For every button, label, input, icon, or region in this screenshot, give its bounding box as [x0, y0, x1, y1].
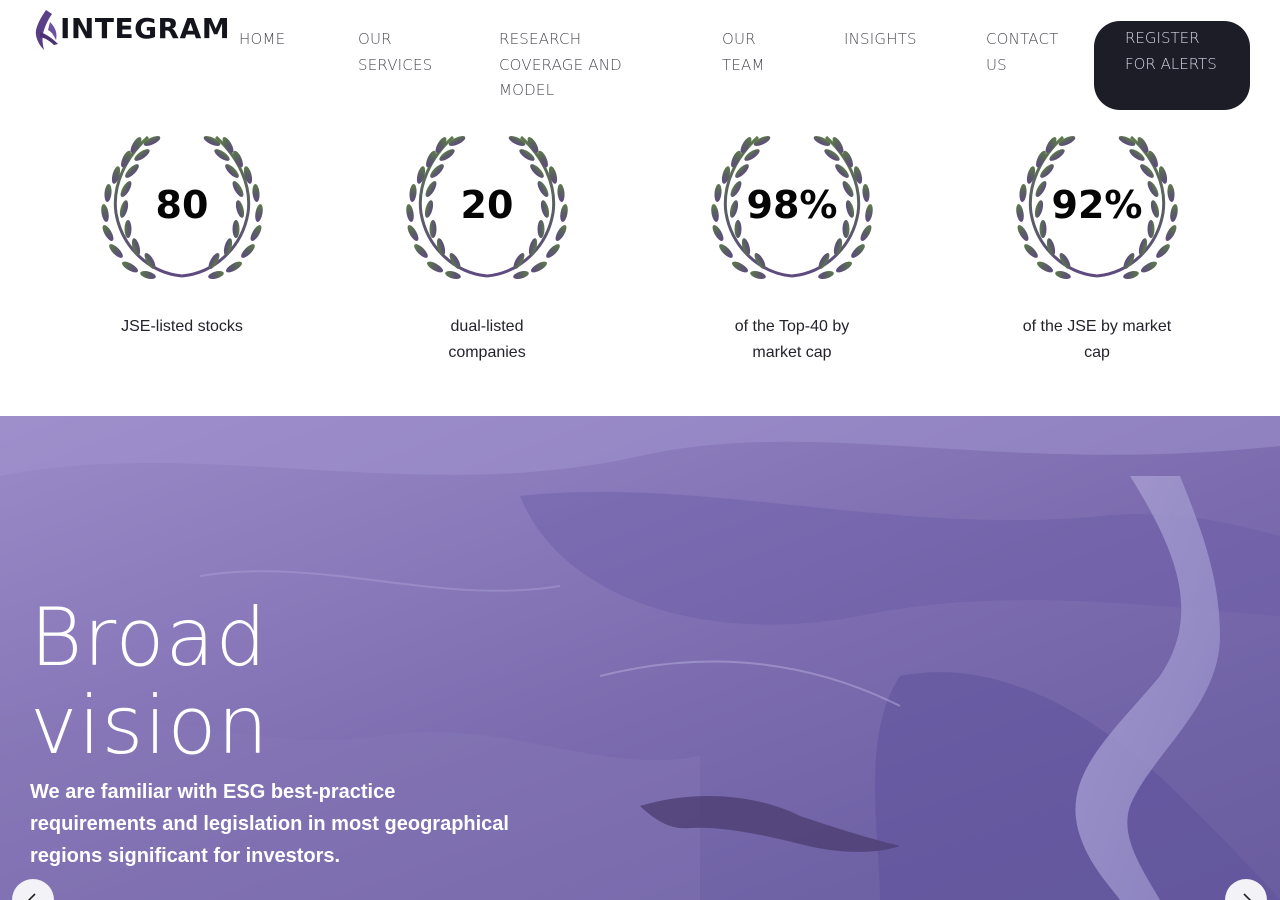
nav-research-label-3: MODEL — [499, 81, 555, 99]
stat-value: 92% — [1051, 183, 1143, 227]
nav-contact-label-2: US — [986, 55, 1007, 74]
nav-services-label-2: SERVICES — [358, 55, 433, 74]
nav-insights[interactable]: INSIGHTS — [844, 27, 917, 53]
brand-logo[interactable]: INTEGRAM — [32, 8, 230, 52]
stat-jse-listed: 80 JSE-listed stocks — [82, 128, 282, 335]
nav-home-label: HOME — [239, 30, 286, 48]
hero-title-line-2: vision — [30, 679, 270, 772]
stat-label-text: dual-listed companies — [448, 318, 526, 361]
stat-label: dual-listed companies — [387, 314, 587, 366]
hero-banner: Broad vision We are familiar with ESG be… — [0, 416, 1280, 900]
nav-team-label-1: OUR — [722, 30, 756, 48]
register-for-alerts-button[interactable]: REGISTER FOR ALERTS — [1094, 21, 1250, 110]
stat-label-text: of the Top-40 by market cap — [734, 318, 850, 361]
hero-title-line-1: Broad — [30, 591, 268, 684]
hero-title: Broad vision — [30, 594, 269, 770]
nav-research-label-2: COVERAGE AND — [499, 55, 622, 74]
nav-research-coverage[interactable]: RESEARCH COVERAGE AND MODEL — [499, 27, 622, 104]
nav-contact-label-1: CONTACT — [986, 30, 1059, 48]
stat-value: 80 — [155, 183, 209, 227]
stat-jse-market-cap: 92% of the JSE by market cap — [997, 128, 1197, 361]
nav-services-label-1: OUR — [358, 30, 392, 48]
stat-label: of the JSE by market cap — [997, 314, 1197, 366]
site-header: INTEGRAM HOME OUR SERVICES RESEARCH COVE… — [0, 0, 1280, 125]
eagle-logo-icon — [35, 10, 58, 50]
stat-top40: 98% of the Top-40 by market cap — [692, 128, 892, 361]
chevron-right-icon — [1243, 893, 1252, 900]
stat-label-text: JSE-listed stocks — [121, 318, 243, 335]
hero-description: We are familiar with ESG best-practice r… — [30, 781, 509, 867]
stat-label: of the Top-40 by market cap — [692, 314, 892, 366]
nav-home[interactable]: HOME — [239, 27, 285, 53]
nav-team-label-2: TEAM — [722, 55, 765, 74]
brand-name: INTEGRAM — [60, 11, 231, 45]
nav-our-services[interactable]: OUR SERVICES — [358, 27, 432, 78]
stat-dual-listed: 20 dual-listed companies — [387, 128, 587, 361]
stat-label: JSE-listed stocks — [82, 314, 282, 340]
nav-contact-us[interactable]: CONTACT US — [986, 27, 1059, 78]
register-label-2: FOR ALERTS — [1125, 54, 1217, 73]
nav-insights-label: INSIGHTS — [844, 30, 917, 48]
nav-our-team[interactable]: OUR TEAM — [722, 27, 765, 78]
stat-value: 98% — [746, 183, 838, 227]
nav-research-label-1: RESEARCH — [499, 30, 582, 48]
stat-value: 20 — [460, 183, 514, 227]
stat-label-text: of the JSE by market cap — [1022, 318, 1172, 361]
chevron-left-icon — [27, 893, 36, 900]
register-label-1: REGISTER — [1125, 29, 1200, 47]
